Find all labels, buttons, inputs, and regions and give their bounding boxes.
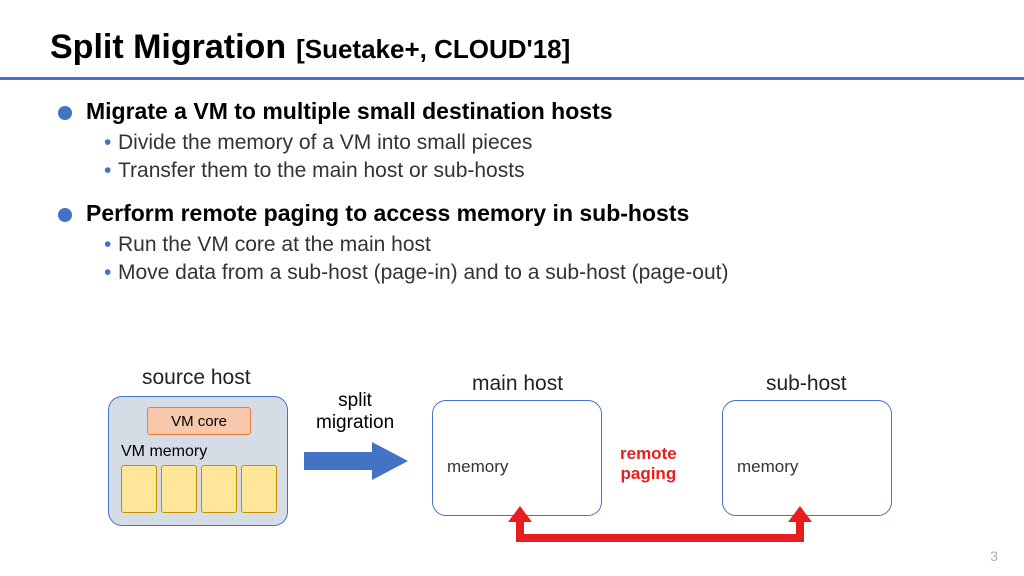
remote-paging-arrow-icon xyxy=(500,506,820,552)
page-number: 3 xyxy=(990,548,998,564)
remote-paging-l2: paging xyxy=(620,464,676,483)
vm-memory-label: VM memory xyxy=(121,443,207,461)
diagram: source host VM core VM memory split migr… xyxy=(0,348,1024,558)
vm-core-box: VM core xyxy=(147,407,251,435)
bullet-1-sub-1: Divide the memory of a VM into small pie… xyxy=(104,129,974,157)
sub-host-memory-label: memory xyxy=(737,457,798,477)
slide: Split Migration [Suetake+, CLOUD'18] Mig… xyxy=(0,0,1024,576)
vm-memory-cells xyxy=(121,465,277,513)
split-migration-arrow-icon xyxy=(302,440,412,482)
bullet-list: Migrate a VM to multiple small destinati… xyxy=(50,98,974,287)
split-migration-l1: split xyxy=(338,390,372,411)
main-host-label: main host xyxy=(472,372,563,396)
source-host-box: VM core VM memory xyxy=(108,396,288,526)
bullet-2-sub-1: Run the VM core at the main host xyxy=(104,231,974,259)
bullet-2: Perform remote paging to access memory i… xyxy=(58,200,974,288)
title-underline xyxy=(0,77,1024,80)
bullet-1-sub-2: Transfer them to the main host or sub-ho… xyxy=(104,157,974,185)
memory-cell xyxy=(121,465,157,513)
source-host-label: source host xyxy=(142,366,251,390)
remote-paging-l1: remote xyxy=(620,444,677,463)
citation: [Suetake+, CLOUD'18] xyxy=(296,34,570,65)
memory-cell xyxy=(161,465,197,513)
bullet-2-heading: Perform remote paging to access memory i… xyxy=(86,200,974,227)
bullet-1-heading: Migrate a VM to multiple small destinati… xyxy=(86,98,974,125)
bullet-2-sublist: Run the VM core at the main host Move da… xyxy=(86,231,974,288)
split-migration-l2: migration xyxy=(316,412,394,433)
bullet-1: Migrate a VM to multiple small destinati… xyxy=(58,98,974,186)
memory-cell xyxy=(201,465,237,513)
main-host-box: memory xyxy=(432,400,602,516)
split-migration-label: split migration xyxy=(316,390,394,434)
bullet-2-sub-2: Move data from a sub-host (page-in) and … xyxy=(104,259,974,287)
memory-cell xyxy=(241,465,277,513)
main-host-memory-label: memory xyxy=(447,457,508,477)
sub-host-label: sub-host xyxy=(766,372,847,396)
bullet-1-sublist: Divide the memory of a VM into small pie… xyxy=(86,129,974,186)
slide-title: Split Migration xyxy=(50,28,286,67)
remote-paging-label: remote paging xyxy=(620,444,677,483)
sub-host-box: memory xyxy=(722,400,892,516)
title-row: Split Migration [Suetake+, CLOUD'18] xyxy=(50,28,974,67)
